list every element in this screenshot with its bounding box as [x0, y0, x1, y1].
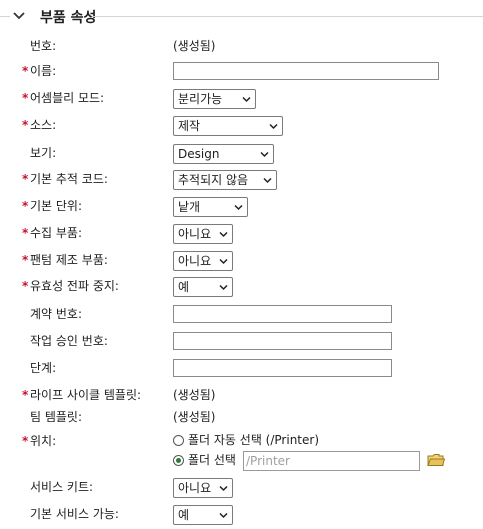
- label-default-unit: * 기본 단위:: [22, 199, 83, 213]
- default-unit-value: 낱개: [178, 200, 201, 214]
- view-select[interactable]: Design: [173, 144, 274, 164]
- phantom-part-select[interactable]: 아니요: [173, 251, 233, 271]
- label-default-trace-code: * 기본 추적 코드:: [22, 172, 108, 186]
- auto-folder-label[interactable]: 폴더 자동 선택 (/Printer): [188, 431, 319, 449]
- dropdown-caret-icon: [219, 231, 228, 238]
- label-default-serviceable: 기본 서비스 가능:: [30, 507, 119, 521]
- required-marker: *: [22, 91, 29, 105]
- label-source: * 소스:: [22, 118, 57, 132]
- dropdown-caret-icon: [263, 177, 272, 184]
- section-title[interactable]: 부품 속성: [40, 7, 96, 27]
- auto-folder-radio[interactable]: [173, 435, 184, 446]
- required-marker: *: [22, 279, 29, 293]
- required-marker: *: [22, 226, 29, 240]
- phase-input[interactable]: [173, 359, 392, 377]
- label-service-kit: 서비스 키트:: [30, 480, 94, 494]
- label-gathering-part: * 수집 부품:: [22, 226, 83, 240]
- label-number: 번호:: [30, 39, 57, 53]
- label-phase: 단계:: [30, 361, 57, 375]
- team-template-value: (생성됨): [173, 410, 216, 424]
- dropdown-caret-icon: [219, 284, 228, 291]
- required-marker: *: [22, 253, 29, 267]
- label-name: * 이름:: [22, 64, 57, 78]
- view-value: Design: [178, 147, 220, 161]
- dropdown-caret-icon: [219, 512, 228, 519]
- label-location: * 위치:: [22, 434, 57, 448]
- required-marker: *: [22, 64, 29, 78]
- effectivity-propagation-select[interactable]: 예: [173, 277, 233, 297]
- label-team-template: 팀 템플릿:: [30, 410, 83, 424]
- effectivity-propagation-value: 예: [178, 280, 190, 294]
- label-lifecycle-template: * 라이프 사이클 템플릿:: [22, 388, 142, 402]
- default-serviceable-value: 예: [178, 508, 190, 522]
- label-assembly-mode: * 어셈블리 모드:: [22, 91, 105, 105]
- gathering-part-value: 아니요: [178, 227, 212, 241]
- required-marker: *: [22, 199, 29, 213]
- dropdown-caret-icon: [219, 485, 228, 492]
- required-marker: *: [22, 434, 29, 448]
- dropdown-caret-icon: [219, 258, 228, 265]
- source-value: 제작: [178, 119, 201, 133]
- default-unit-select[interactable]: 낱개: [173, 197, 248, 217]
- radio-selected-dot: [176, 458, 181, 463]
- label-contract-number: 계약 번호:: [30, 307, 83, 321]
- assembly-mode-value: 분리가능: [178, 92, 223, 106]
- label-effectivity-propagation: * 유효성 전파 중지:: [22, 279, 119, 293]
- gathering-part-select[interactable]: 아니요: [173, 224, 233, 244]
- required-marker: *: [22, 388, 29, 402]
- source-select[interactable]: 제작: [173, 116, 283, 136]
- required-marker: *: [22, 118, 29, 132]
- lifecycle-template-value: (생성됨): [173, 388, 216, 402]
- section-divider-right: [92, 16, 483, 17]
- required-marker: *: [22, 172, 29, 186]
- default-trace-code-select[interactable]: 추적되지 않음: [173, 170, 277, 190]
- label-view: 보기:: [30, 146, 57, 160]
- assembly-mode-select[interactable]: 분리가능: [173, 89, 256, 109]
- default-serviceable-select[interactable]: 예: [173, 505, 233, 525]
- contract-number-input[interactable]: [173, 305, 392, 323]
- section-divider-left: [0, 16, 10, 17]
- folder-icon[interactable]: [427, 453, 445, 467]
- service-kit-value: 아니요: [178, 481, 212, 495]
- select-folder-label[interactable]: 폴더 선택: [188, 451, 236, 469]
- default-trace-code-value: 추적되지 않음: [178, 173, 249, 187]
- name-input[interactable]: [173, 62, 439, 80]
- dropdown-caret-icon: [269, 123, 278, 130]
- service-kit-select[interactable]: 아니요: [173, 478, 233, 498]
- label-job-authorization-number: 작업 승인 번호:: [30, 334, 108, 348]
- phantom-part-value: 아니요: [178, 254, 212, 268]
- number-value: (생성됨): [173, 39, 216, 53]
- dropdown-caret-icon: [242, 96, 251, 103]
- select-folder-radio[interactable]: [173, 455, 184, 466]
- folder-path-input[interactable]: /Printer: [243, 451, 420, 471]
- chevron-down-icon[interactable]: [12, 9, 26, 23]
- dropdown-caret-icon: [260, 151, 269, 158]
- dropdown-caret-icon: [234, 204, 243, 211]
- label-phantom-part: * 팬텀 제조 부품:: [22, 253, 108, 267]
- job-authorization-number-input[interactable]: [173, 332, 392, 350]
